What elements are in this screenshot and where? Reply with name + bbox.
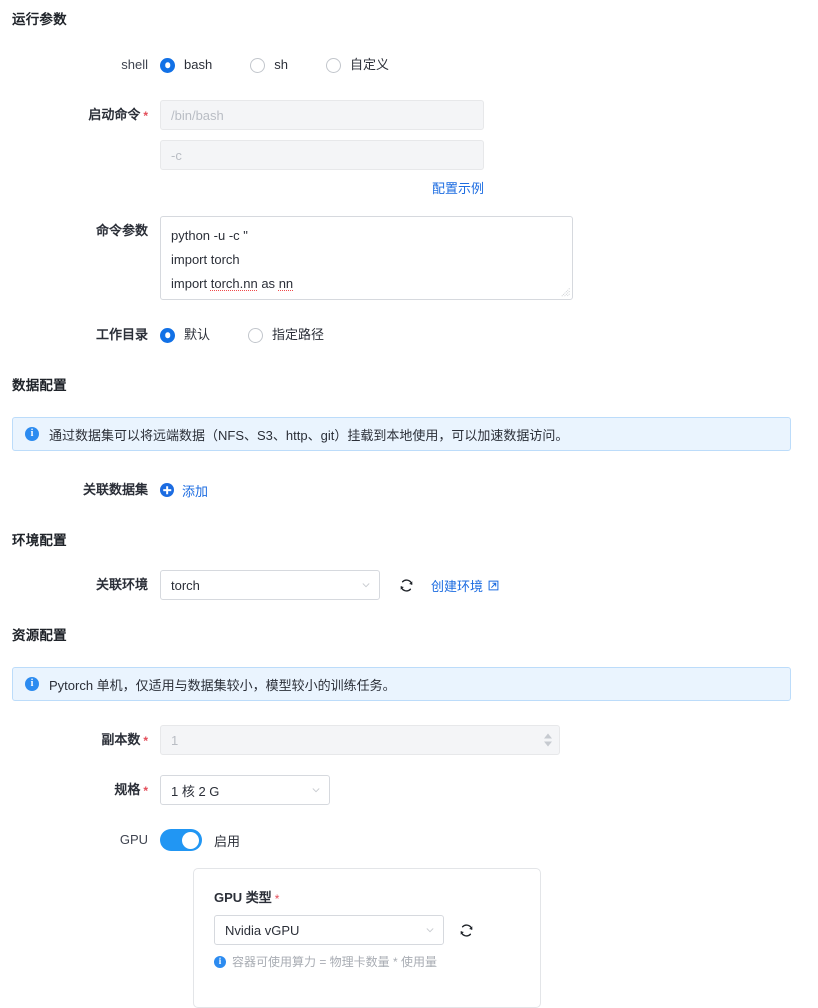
toggle-knob — [182, 831, 199, 849]
start-command-label: 启动命令 * — [0, 100, 160, 130]
command-args-textarea[interactable]: python -u -c " import torch import torch… — [160, 216, 573, 300]
required-marker: * — [274, 892, 280, 906]
gpu-type-select[interactable]: Nvidia vGPU — [214, 915, 444, 945]
environment-label: 关联环境 — [95, 577, 148, 592]
form-row-dataset: 关联数据集 添加 — [0, 475, 208, 505]
chevron-down-icon — [426, 928, 434, 933]
dataset-alert-text: 通过数据集可以将远端数据（NFS、S3、http、git）挂载到本地使用，可以加… — [49, 427, 569, 443]
environment-select[interactable]: torch — [160, 570, 380, 600]
form-row-replicas: 副本数 * 1 — [0, 725, 560, 755]
resize-handle-icon[interactable] — [561, 288, 570, 297]
form-row-shell: shell bash sh 自定义 — [0, 50, 389, 80]
section-title-env-config: 环境配置 — [12, 533, 67, 548]
add-dataset-button[interactable]: 添加 — [160, 475, 208, 505]
workdir-option-custom-path-label: 指定路径 — [272, 327, 325, 342]
info-icon: i — [214, 955, 226, 968]
shell-radio-group: bash sh 自定义 — [160, 50, 389, 80]
refresh-icon[interactable] — [458, 922, 475, 939]
misspelled-word: torch.nn — [210, 276, 258, 291]
start-command-label-text: 启动命令 — [88, 107, 141, 122]
dataset-info-alert: i 通过数据集可以将远端数据（NFS、S3、http、git）挂载到本地使用，可… — [12, 417, 791, 451]
gpu-enable-toggle[interactable] — [160, 829, 202, 851]
gpu-type-select-value: Nvidia vGPU — [225, 922, 300, 938]
info-icon: i — [25, 677, 39, 691]
replicas-stepper[interactable] — [544, 733, 552, 747]
section-title-data-config: 数据配置 — [12, 378, 67, 393]
required-marker: * — [143, 734, 148, 748]
required-marker: * — [143, 109, 148, 123]
radio-unselected-icon — [248, 327, 264, 343]
create-environment-label: 创建环境 — [431, 578, 484, 594]
radio-selected-icon — [160, 57, 175, 73]
replicas-value: 1 — [171, 732, 179, 748]
replicas-label: 副本数 * — [0, 725, 160, 755]
info-icon: i — [25, 427, 39, 441]
form-row-spec: 规格 * 1 核 2 G — [0, 775, 330, 805]
form-row-environment: 关联环境 torch 创建环境 — [0, 570, 499, 600]
dataset-label: 关联数据集 — [82, 482, 148, 497]
shell-option-bash-label: bash — [184, 57, 213, 72]
refresh-icon[interactable] — [398, 577, 415, 594]
chevron-down-icon — [362, 583, 370, 588]
section-title-run-params: 运行参数 — [12, 12, 67, 27]
resource-alert-text: Pytorch 单机，仅适用与数据集较小，模型较小的训练任务。 — [49, 677, 396, 693]
workdir-option-default[interactable]: 默认 — [160, 320, 210, 350]
gpu-label: GPU — [119, 832, 148, 847]
start-command-input-1[interactable]: /bin/bash — [160, 100, 484, 130]
required-marker: * — [143, 784, 148, 798]
command-args-line-2: import torch — [171, 252, 240, 267]
form-row-start-command: 启动命令 * /bin/bash -c 配置示例 — [0, 100, 484, 197]
config-example-link[interactable]: 配置示例 — [432, 181, 484, 196]
misspelled-word: nn — [278, 276, 294, 291]
shell-option-custom-label: 自定义 — [349, 57, 389, 72]
resource-info-alert: i Pytorch 单机，仅适用与数据集较小，模型较小的训练任务。 — [12, 667, 791, 701]
plus-circle-icon — [160, 483, 174, 497]
shell-option-sh[interactable]: sh — [250, 50, 288, 80]
stepper-up-icon[interactable] — [544, 733, 552, 739]
environment-select-value: torch — [171, 577, 200, 593]
replicas-input[interactable]: 1 — [160, 725, 560, 755]
create-environment-link[interactable]: 创建环境 — [431, 576, 499, 595]
spec-label-text: 规格 — [114, 782, 141, 797]
command-args-line-3: import torch.nn as nn — [171, 276, 294, 291]
form-row-command-args: 命令参数 python -u -c " import torch import … — [0, 216, 573, 300]
start-command-input-2[interactable]: -c — [160, 140, 484, 170]
add-dataset-label: 添加 — [182, 483, 209, 499]
shell-label: shell — [121, 57, 148, 72]
shell-option-custom[interactable]: 自定义 — [325, 50, 389, 80]
radio-selected-icon — [160, 327, 175, 343]
spec-select[interactable]: 1 核 2 G — [160, 775, 330, 805]
command-args-line-1: python -u -c " — [171, 228, 248, 243]
spec-select-value: 1 核 2 G — [171, 783, 220, 799]
shell-option-bash[interactable]: bash — [160, 50, 212, 80]
shell-option-sh-label: sh — [274, 57, 288, 72]
workdir-label: 工作目录 — [95, 327, 148, 342]
form-row-gpu: GPU 启用 — [0, 825, 240, 855]
chevron-down-icon — [312, 788, 320, 793]
command-args-label: 命令参数 — [95, 223, 148, 238]
gpu-type-label: GPU 类型 * — [214, 887, 520, 906]
radio-unselected-icon — [325, 57, 341, 73]
form-row-workdir: 工作目录 默认 指定路径 — [0, 320, 324, 350]
gpu-hint-text: 容器可使用算力 = 物理卡数量 * 使用量 — [232, 955, 438, 969]
gpu-type-label-text: GPU 类型 — [214, 890, 272, 905]
section-title-resource-config: 资源配置 — [12, 628, 67, 643]
gpu-compute-hint: i 容器可使用算力 = 物理卡数量 * 使用量 — [214, 953, 520, 970]
workdir-option-custom-path[interactable]: 指定路径 — [248, 320, 324, 350]
gpu-toggle-label: 启用 — [214, 833, 241, 849]
workdir-option-default-label: 默认 — [184, 327, 211, 342]
external-link-icon — [488, 580, 499, 590]
replicas-label-text: 副本数 — [101, 732, 141, 747]
spec-label: 规格 * — [0, 775, 160, 805]
radio-unselected-icon — [250, 57, 266, 73]
stepper-down-icon[interactable] — [544, 741, 552, 747]
workdir-radio-group: 默认 指定路径 — [160, 320, 324, 350]
gpu-settings-card: GPU 类型 * Nvidia vGPU i 容器可使用算力 = 物理卡数量 * … — [193, 868, 541, 1008]
